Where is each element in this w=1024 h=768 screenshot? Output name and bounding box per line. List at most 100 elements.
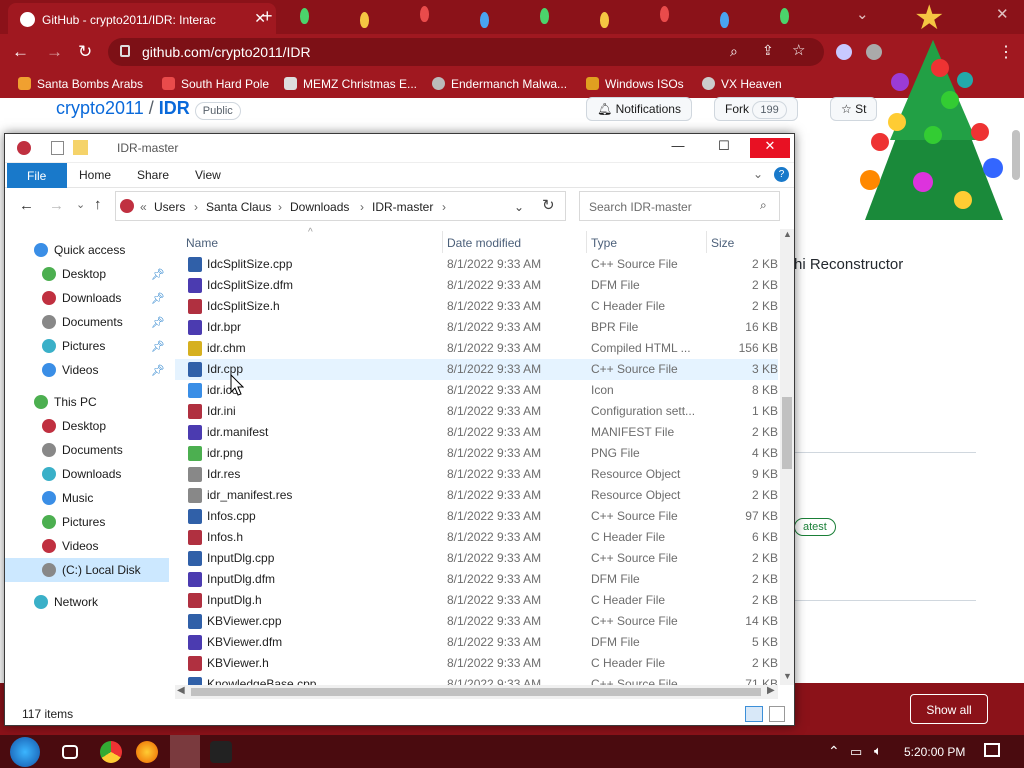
bookmark-item[interactable]: Santa Bombs Arabs [18,77,143,91]
task-view-icon[interactable] [62,745,78,759]
address-breadcrumb[interactable]: « Users › Santa Claus › Downloads › IDR-… [115,191,566,221]
breadcrumb-item[interactable]: Downloads [290,200,349,214]
file-row[interactable]: idr_manifest.res 8/1/2022 9:33 AM Resource… [175,485,778,506]
file-row[interactable]: IdcSplitSize.h 8/1/2022 9:33 AM C Header F… [175,296,778,317]
properties-icon[interactable] [51,141,64,155]
file-row[interactable]: idr.manifest 8/1/2022 9:33 AM MANIFEST Fil… [175,422,778,443]
reload-icon[interactable]: ↻ [78,42,92,62]
nav-item[interactable]: Videos 📌︎ [5,358,169,382]
refresh-icon[interactable]: ↻ [542,196,555,214]
repo-owner-link[interactable]: crypto2011 [56,98,144,118]
column-name[interactable]: Name [186,236,218,250]
horizontal-scrollbar[interactable]: ◀ ▶ [175,685,778,699]
bookmark-item[interactable]: MEMZ Christmas E... [284,77,417,91]
share-icon[interactable]: ⇪ [762,42,774,59]
file-row[interactable]: Idr.cpp 8/1/2022 9:33 AM C++ Source File 3 … [175,359,778,380]
volume-icon[interactable]: 🔈︎ [874,743,882,759]
file-row[interactable]: KBViewer.cpp 8/1/2022 9:33 AM C++ Source F… [175,611,778,632]
file-row[interactable]: InputDlg.cpp 8/1/2022 9:33 AM C++ Source F… [175,548,778,569]
file-row[interactable]: IdcSplitSize.dfm 8/1/2022 9:33 AM DFM File… [175,275,778,296]
file-row[interactable]: Infos.cpp 8/1/2022 9:33 AM C++ Source File… [175,506,778,527]
scroll-thumb[interactable] [191,688,761,696]
fork-button[interactable]: Fork 199 [714,97,798,121]
nav-item[interactable]: Documents [5,438,169,462]
search-zoom-icon[interactable]: ⌕ [730,43,738,60]
column-date[interactable]: Date modified [447,236,521,250]
notifications-button[interactable]: 🔔︎ Notifications [586,97,692,121]
nav-item[interactable]: (C:) Local Disk [5,558,169,582]
file-row[interactable]: KnowledgeBase.cpp 8/1/2022 9:33 AM C++ Sou… [175,674,778,685]
tab-share[interactable]: Share [137,168,169,182]
nav-item[interactable]: Documents 📌︎ [5,310,169,334]
column-type[interactable]: Type [591,236,617,250]
back-icon[interactable]: ← [12,42,29,62]
breadcrumb-item[interactable]: Santa Claus [206,200,271,214]
file-row[interactable]: idr.ico 8/1/2022 9:33 AM Icon 8 KB [175,380,778,401]
nav-item[interactable]: Music [5,486,169,510]
new-tab-button[interactable]: + [262,6,273,27]
file-explorer-taskbar-icon[interactable] [170,735,200,768]
expand-ribbon-icon[interactable]: ⌄ [753,167,763,181]
bookmark-item[interactable]: Windows ISOs [586,77,684,91]
nav-item[interactable]: Pictures [5,510,169,534]
search-box[interactable]: Search IDR-master ⌕ [579,191,780,221]
show-hidden-icons[interactable]: ⌃ [828,743,840,760]
close-button[interactable]: ✕ [750,138,790,158]
minimize-button[interactable]: — [658,138,698,158]
large-icons-view-icon[interactable] [769,706,785,722]
clock[interactable]: 5:20:00 PM [904,745,965,759]
file-row[interactable]: Idr.bpr 8/1/2022 9:33 AM BPR File 16 KB [175,317,778,338]
vertical-scrollbar[interactable]: ▲ ▼ [780,229,794,685]
address-dropdown-icon[interactable]: ⌄ [514,200,524,214]
nav-item[interactable]: Pictures 📌︎ [5,334,169,358]
details-view-icon[interactable] [745,706,763,722]
breadcrumb-item[interactable]: IDR-master [372,200,433,214]
nav-item[interactable]: Downloads 📌︎ [5,286,169,310]
chrome-icon[interactable] [100,741,122,763]
file-row[interactable]: KBViewer.dfm 8/1/2022 9:33 AM DFM File 5 KB [175,632,778,653]
help-icon[interactable]: ? [774,167,789,182]
file-row[interactable]: Idr.res 8/1/2022 9:33 AM Resource Object 9 … [175,464,778,485]
bookmark-item[interactable]: Endermanch Malwa... [432,77,567,91]
nav-item[interactable]: Quick access [5,238,169,262]
forward-icon[interactable]: → [46,42,63,62]
tab-file[interactable]: File [7,163,67,188]
file-row[interactable]: IdcSplitSize.cpp 8/1/2022 9:33 AM C++ Sour… [175,254,778,275]
browser-tab[interactable]: GitHub - crypto2011/IDR: Interac ✕ [8,3,276,34]
network-tray-icon[interactable]: ▭ [850,744,862,760]
file-row[interactable]: KBViewer.h 8/1/2022 9:33 AM C Header File 2… [175,653,778,674]
back-arrow-icon[interactable]: ← [19,197,34,214]
file-row[interactable]: idr.png 8/1/2022 9:33 AM PNG File 4 KB [175,443,778,464]
bookmark-item[interactable]: VX Heaven [702,77,782,91]
tab-home[interactable]: Home [79,168,111,182]
column-size[interactable]: Size [711,236,734,250]
nav-item[interactable]: Desktop 📌︎ [5,262,169,286]
recent-locations-icon[interactable]: ⌄ [76,198,85,211]
nav-item[interactable]: This PC [5,390,169,414]
app-taskbar-icon[interactable] [210,741,232,763]
file-row[interactable]: Infos.h 8/1/2022 9:33 AM C Header File 6 KB [175,527,778,548]
breadcrumb-item[interactable]: Users [154,200,185,214]
maximize-button[interactable]: ☐ [704,138,744,158]
file-row[interactable]: InputDlg.h 8/1/2022 9:33 AM C Header File 2… [175,590,778,611]
nav-item[interactable]: Downloads [5,462,169,486]
up-arrow-icon[interactable]: ↑ [94,196,102,213]
forward-arrow-icon[interactable]: → [49,197,64,214]
notifications-icon[interactable] [984,743,1000,757]
bookmark-star-icon[interactable]: ☆ [792,41,805,59]
file-row[interactable]: idr.chm 8/1/2022 9:33 AM Compiled HTML ...… [175,338,778,359]
nav-item[interactable]: Desktop [5,414,169,438]
new-folder-icon[interactable] [73,140,88,155]
show-all-button[interactable]: Show all [910,694,988,724]
file-row[interactable]: InputDlg.dfm 8/1/2022 9:33 AM DFM File 2 KB [175,569,778,590]
scroll-thumb[interactable] [782,397,792,469]
firefox-icon[interactable] [136,741,158,763]
file-row[interactable]: Idr.ini 8/1/2022 9:33 AM Configuration set… [175,401,778,422]
address-bar[interactable]: github.com/crypto2011/IDR ⌕ ⇪ ☆ [108,38,824,66]
repo-name-link[interactable]: IDR [159,98,190,118]
bookmark-item[interactable]: South Hard Pole [162,77,269,91]
start-button[interactable] [10,737,40,767]
tab-view[interactable]: View [195,168,221,182]
nav-item[interactable]: Videos [5,534,169,558]
nav-item[interactable]: Network [5,590,169,614]
